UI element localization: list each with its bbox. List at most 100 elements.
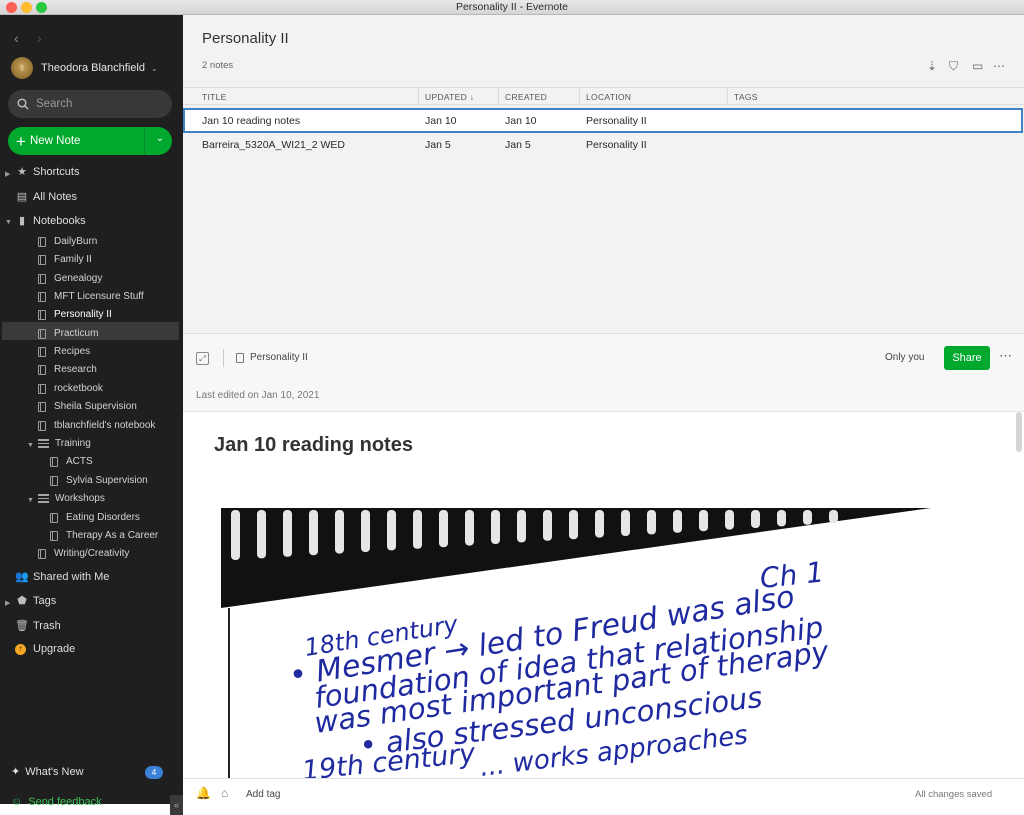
notebook-item[interactable]: tblanchfield's notebook xyxy=(38,420,155,431)
table-row[interactable]: Barreira_5320A_WI21_2 WED Jan 5 Jan 5 Pe… xyxy=(183,133,1023,158)
back-arrow-icon[interactable]: ‹ xyxy=(14,30,19,46)
search-input[interactable] xyxy=(36,98,156,110)
notebook-item[interactable]: DailyBurn xyxy=(38,236,97,247)
upgrade-icon: ↑ xyxy=(15,643,26,655)
whats-new-badge: 4 xyxy=(145,766,163,779)
title-bar: Personality II - Evernote xyxy=(0,0,1024,15)
sidebar-item-shortcuts[interactable]: ★ Shortcuts xyxy=(15,165,79,179)
note-image[interactable]: Ch 1 18th century • Mesmer → led to Freu… xyxy=(221,508,1001,779)
zoom-window-button[interactable] xyxy=(36,2,47,13)
column-title[interactable]: TITLE xyxy=(202,92,227,102)
spiral-coil xyxy=(465,510,474,546)
notebook-icon xyxy=(50,530,58,541)
note-count: 2 notes xyxy=(202,60,234,71)
notebook-item[interactable]: Family II xyxy=(38,254,92,265)
notebook-item[interactable]: Writing/Creativity xyxy=(38,548,129,559)
stack-icon xyxy=(38,494,49,503)
column-header: TITLE UPDATED ↓ CREATED LOCATION TAGS xyxy=(183,87,1024,105)
forward-arrow-icon[interactable]: › xyxy=(37,30,42,46)
collapse-sidebar-button[interactable]: « xyxy=(170,795,183,815)
spiral-coil xyxy=(543,510,552,541)
spiral-coil xyxy=(829,510,838,524)
notebook-icon xyxy=(38,346,46,357)
notebook-item[interactable]: ACTS xyxy=(50,456,93,467)
collapse-triangle-icon[interactable]: ▼ xyxy=(27,497,34,504)
more-options-icon[interactable]: ⋯ xyxy=(999,348,1012,364)
sort-icon[interactable]: ⇣ xyxy=(927,59,937,73)
notebook-item[interactable]: Therapy As a Career xyxy=(50,530,158,541)
column-tags[interactable]: TAGS xyxy=(734,92,758,102)
spiral-coil xyxy=(413,510,422,549)
notebook-item[interactable]: Recipes xyxy=(38,346,90,357)
add-tag-icon[interactable]: ⌂ xyxy=(221,786,228,800)
reminder-icon[interactable]: 🔔 xyxy=(196,786,211,800)
sidebar-item-notebooks[interactable]: ▮ Notebooks xyxy=(15,214,86,228)
note-title[interactable]: Jan 10 reading notes xyxy=(214,434,413,457)
collapse-triangle-icon[interactable]: ▼ xyxy=(27,442,34,449)
sidebar-item-label: Shared with Me xyxy=(33,570,110,583)
spiral-coil xyxy=(803,510,812,525)
sidebar-item-upgrade[interactable]: ↑ Upgrade xyxy=(15,643,75,655)
filter-icon[interactable]: ⛉ xyxy=(949,59,958,74)
minimize-window-button[interactable] xyxy=(21,2,32,13)
sidebar-item-shared[interactable]: 👥 Shared with Me xyxy=(15,570,110,584)
notebook-icon xyxy=(50,512,58,523)
spiral-coil xyxy=(647,510,656,535)
stack-item-workshops[interactable]: Workshops xyxy=(38,493,105,504)
note-list-pane: Personality II 2 notes ⇣ ⛉ ▭ ⋯ TITLE UPD… xyxy=(183,15,1024,333)
sidebar-item-all-notes[interactable]: ▤ All Notes xyxy=(15,190,78,204)
notebook-item[interactable]: Practicum xyxy=(38,328,98,339)
spiral-coil xyxy=(257,510,266,559)
add-tag-button[interactable]: Add tag xyxy=(246,789,280,800)
search-box[interactable] xyxy=(8,90,172,118)
notebook-icon xyxy=(50,475,58,486)
account-switcher[interactable]: ⚕ Theodora Blanchfield ⌄ xyxy=(11,57,158,79)
note-notebook-selector[interactable]: Personality II xyxy=(236,352,308,363)
notebook-item[interactable]: Sheila Supervision xyxy=(38,401,137,412)
new-note-menu-chevron-icon[interactable]: ⌄ xyxy=(156,133,164,144)
search-icon xyxy=(17,98,29,110)
send-feedback-link[interactable]: ☺ Send feedback xyxy=(11,796,102,808)
notebook-item[interactable]: rocketbook xyxy=(38,383,103,394)
spiral-coil xyxy=(621,510,630,536)
sidebar-item-trash[interactable]: 🗑 Trash xyxy=(15,619,61,633)
new-note-label: New Note xyxy=(29,135,81,147)
expand-icon[interactable]: ⤢ xyxy=(196,352,209,365)
sidebar-item-label: All Notes xyxy=(33,190,78,203)
tag-icon: ⬟ xyxy=(17,595,27,607)
more-options-icon[interactable]: ⋯ xyxy=(993,59,1005,73)
spiral-coil xyxy=(777,510,786,527)
spiral-coil xyxy=(361,510,370,552)
notebook-icon xyxy=(38,383,46,394)
notebook-item-selected[interactable]: Personality II xyxy=(38,309,112,320)
whats-new-button[interactable]: ✦ What's New xyxy=(11,765,84,779)
spiral-coil xyxy=(491,510,500,544)
account-name: Theodora Blanchfield xyxy=(41,62,145,74)
notebook-item[interactable]: Research xyxy=(38,364,97,375)
notebook-item[interactable]: Genealogy xyxy=(38,273,102,284)
column-updated[interactable]: UPDATED ↓ xyxy=(425,92,474,102)
notebook-item[interactable]: MFT Licensure Stuff xyxy=(38,291,144,302)
share-button[interactable]: Share xyxy=(944,346,990,370)
stack-item-training[interactable]: Training xyxy=(38,438,91,449)
notebook-icon xyxy=(38,236,46,247)
window-title: Personality II - Evernote xyxy=(455,1,569,13)
scrollbar[interactable] xyxy=(1016,412,1022,452)
table-row[interactable]: Jan 10 reading notes Jan 10 Jan 10 Perso… xyxy=(183,108,1023,133)
notebook-icon xyxy=(38,548,46,559)
new-note-button[interactable]: + New Note ⌄ xyxy=(8,127,172,155)
notebook-item[interactable]: Eating Disorders xyxy=(50,512,140,523)
view-options-icon[interactable]: ▭ xyxy=(972,59,983,73)
notebook-icon xyxy=(38,420,46,431)
close-window-button[interactable] xyxy=(6,2,17,13)
expand-triangle-icon[interactable]: ▶ xyxy=(5,170,10,178)
collapse-triangle-icon[interactable]: ▼ xyxy=(5,219,12,226)
expand-triangle-icon[interactable]: ▶ xyxy=(5,599,10,607)
spiral-coil xyxy=(387,510,396,551)
column-location[interactable]: LOCATION xyxy=(586,92,631,102)
sidebar-item-tags[interactable]: ⬟ Tags xyxy=(15,594,56,608)
column-created[interactable]: CREATED xyxy=(505,92,547,102)
note-editor: ⤢ Personality II Only you Share ⋯ Last e… xyxy=(183,333,1024,805)
notebook-item[interactable]: Sylvia Supervision xyxy=(50,475,148,486)
sidebar-item-label: Trash xyxy=(33,619,61,632)
